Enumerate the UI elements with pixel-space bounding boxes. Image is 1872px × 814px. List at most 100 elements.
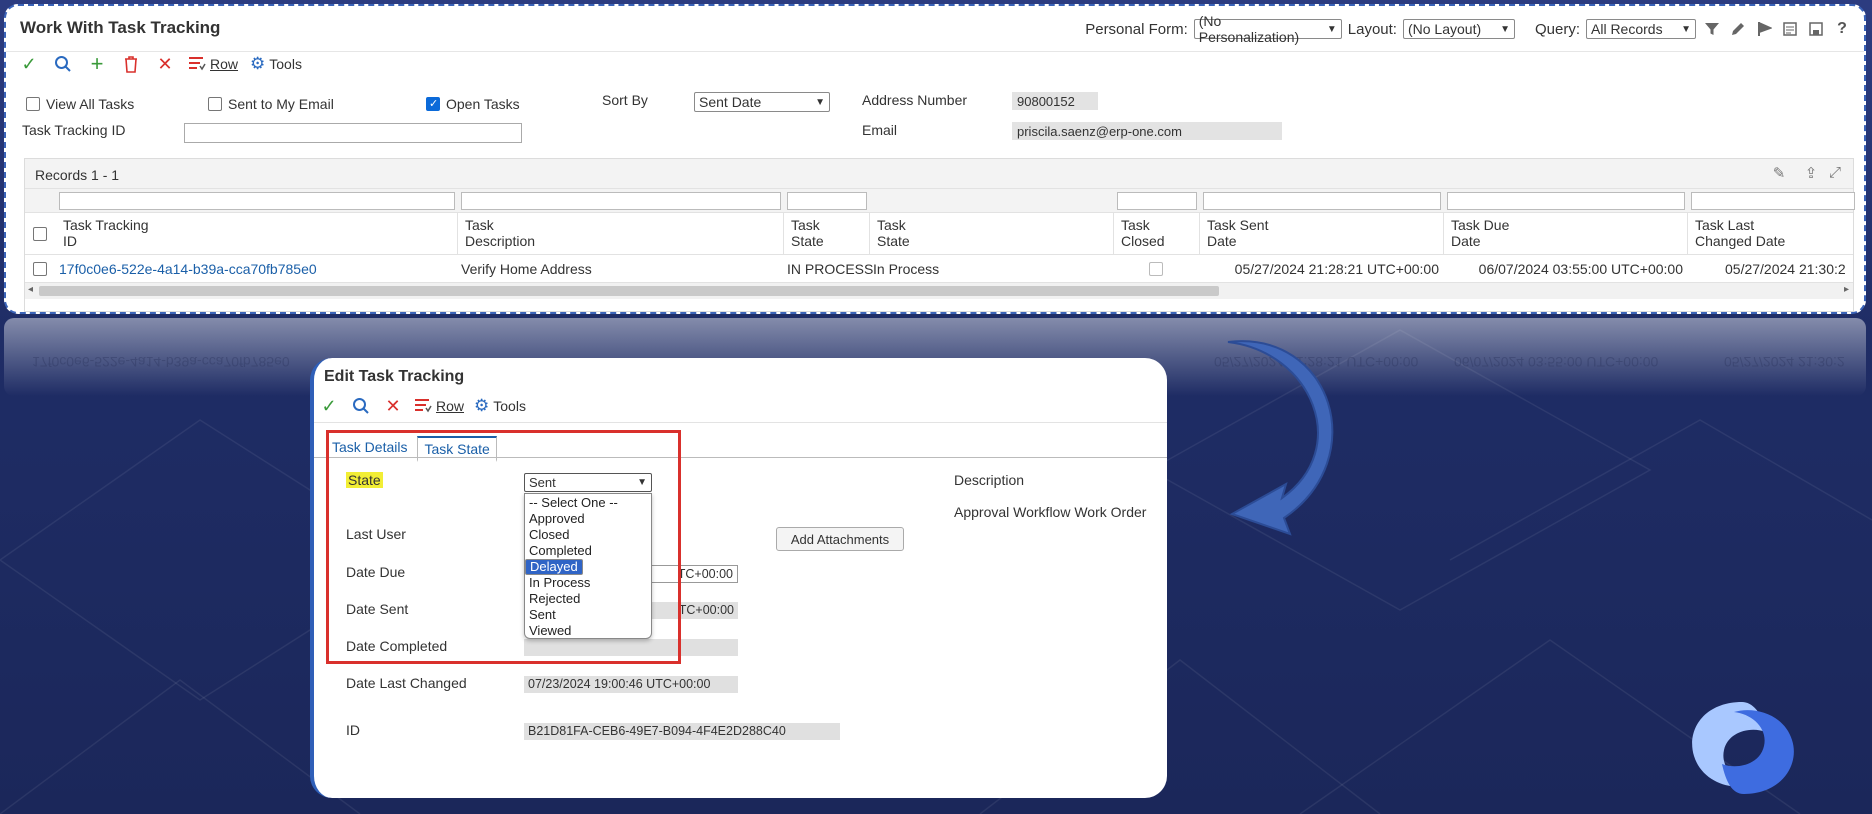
- sent-to-my-email-checkbox[interactable]: Sent to My Email: [208, 96, 334, 112]
- state-option[interactable]: -- Select One --: [525, 495, 651, 511]
- query-select[interactable]: All Records ▼: [1586, 19, 1696, 39]
- tools-menu-label: Tools: [493, 398, 526, 414]
- email-label: Email: [862, 122, 898, 138]
- row-menu-label: Row: [436, 398, 465, 414]
- help-icon[interactable]: ?: [1832, 19, 1852, 39]
- scroll-right-icon[interactable]: ▸: [1844, 284, 1849, 295]
- header-line: State: [791, 233, 824, 249]
- scroll-left-icon[interactable]: ◂: [28, 284, 33, 295]
- state-option[interactable]: Completed: [525, 543, 651, 559]
- task-grid: Records 1 - 1 ✎ ⇪ ⤢ Task Tracking ID Task…: [24, 158, 1855, 312]
- header-line: Task: [465, 217, 494, 233]
- table-row[interactable]: 17f0c0e6-522e-4a14-b39a-cca70fb785e0 Ver…: [25, 255, 1853, 283]
- flag-icon[interactable]: [1754, 19, 1774, 39]
- row-checkbox[interactable]: [33, 262, 47, 276]
- qbe-sent-date-input[interactable]: [1203, 192, 1441, 210]
- view-all-tasks-checkbox[interactable]: View All Tasks: [26, 96, 134, 112]
- column-header-due-date[interactable]: Task Due Date: [1451, 217, 1509, 249]
- delete-trash-icon[interactable]: [120, 53, 142, 75]
- personal-form-select[interactable]: (No Personalization) ▼: [1193, 13, 1342, 45]
- task-due-date-cell: 06/07/2024 03:55:00 UTC+00:00: [1478, 261, 1683, 277]
- checkbox-box: [26, 97, 40, 111]
- column-header-state-code[interactable]: Task State: [791, 217, 824, 249]
- select-all-checkbox[interactable]: [33, 227, 47, 241]
- filter-panel: View All Tasks Sent to My Email Open Tas…: [6, 84, 1864, 154]
- column-divider: [783, 213, 784, 254]
- task-tracking-id-label: Task Tracking ID: [22, 122, 126, 138]
- qbe-changed-date-input[interactable]: [1691, 192, 1855, 210]
- task-id-link[interactable]: 17f0c0e6-522e-4a14-b39a-cca70fb785e0: [59, 261, 317, 277]
- task-tracking-id-input[interactable]: [184, 123, 522, 143]
- add-attachments-button[interactable]: Add Attachments: [776, 527, 904, 551]
- task-closed-checkbox: [1149, 262, 1163, 276]
- id-value: B21D81FA-CEB6-49E7-B094-4F4E2D288C40: [524, 723, 840, 740]
- open-tasks-checkbox[interactable]: Open Tasks: [426, 96, 520, 112]
- date-due-label: Date Due: [346, 564, 406, 580]
- notes-icon[interactable]: [1780, 19, 1800, 39]
- column-header-state[interactable]: Task State: [877, 217, 910, 249]
- grid-edit-icon[interactable]: ✎: [1769, 164, 1789, 184]
- task-sent-date-cell: 05/27/2024 21:28:21 UTC+00:00: [1234, 261, 1439, 277]
- qbe-id-input[interactable]: [59, 192, 455, 210]
- personal-form-label: Personal Form:: [1085, 20, 1188, 38]
- tools-menu-button[interactable]: ⚙ Tools: [250, 54, 302, 74]
- header-line: Date: [1207, 233, 1237, 249]
- date-sent-label: Date Sent: [346, 601, 409, 617]
- qbe-closed-input[interactable]: [1117, 192, 1197, 210]
- chevron-down-icon: ▼: [815, 96, 825, 108]
- state-option[interactable]: Rejected: [525, 591, 651, 607]
- gear-icon: ⚙: [250, 54, 266, 73]
- tools-menu-button[interactable]: ⚙ Tools: [474, 396, 526, 416]
- layout-select[interactable]: (No Layout) ▼: [1402, 19, 1515, 39]
- work-with-header: Work With Task Tracking Personal Form: (…: [6, 6, 1864, 52]
- tab-task-details[interactable]: Task Details: [326, 436, 413, 462]
- state-option[interactable]: Viewed: [525, 623, 651, 639]
- column-header-closed[interactable]: Task Closed: [1121, 217, 1165, 249]
- column-header-sent-date[interactable]: Task Sent Date: [1207, 217, 1268, 249]
- column-header-description[interactable]: Task Description: [465, 217, 535, 249]
- work-with-window: Work With Task Tracking Personal Form: (…: [4, 4, 1866, 314]
- horizontal-scrollbar[interactable]: ◂ ▸: [25, 283, 1853, 299]
- email-value: priscila.saenz@erp-one.com: [1012, 122, 1282, 140]
- scrollbar-thumb[interactable]: [39, 286, 1219, 296]
- maximize-icon[interactable]: ⤢: [1825, 164, 1845, 184]
- chevron-down-icon: ▼: [1681, 23, 1691, 35]
- header-line: ID: [63, 233, 77, 249]
- cancel-close-icon[interactable]: ✕: [382, 395, 404, 417]
- row-menu-button[interactable]: Row: [188, 55, 238, 74]
- state-option[interactable]: Approved: [525, 511, 651, 527]
- brand-logo: [1692, 702, 1794, 794]
- qbe-due-date-input[interactable]: [1447, 192, 1685, 210]
- state-option-highlighted[interactable]: Delayed: [525, 559, 583, 575]
- cancel-close-icon[interactable]: ✕: [154, 53, 176, 75]
- row-menu-button[interactable]: Row: [414, 397, 464, 416]
- column-header-changed-date[interactable]: Task Last Changed Date: [1695, 217, 1785, 249]
- header-line: Task: [791, 217, 820, 233]
- tab-task-state[interactable]: Task State: [417, 436, 497, 462]
- state-select[interactable]: Sent ▼: [524, 473, 652, 492]
- qbe-state-code-input[interactable]: [787, 192, 867, 210]
- chevron-down-icon: ▼: [1500, 23, 1510, 35]
- column-header-id[interactable]: Task Tracking ID: [63, 217, 149, 249]
- state-option[interactable]: Closed: [525, 527, 651, 543]
- ok-check-icon[interactable]: ✓: [318, 395, 340, 417]
- query-by-example-row: [25, 189, 1855, 213]
- search-icon[interactable]: [350, 395, 372, 417]
- select-check-icon[interactable]: ✓: [18, 53, 40, 75]
- state-label: State: [346, 472, 383, 488]
- view-all-tasks-label: View All Tasks: [46, 96, 135, 112]
- edit-pencil-icon[interactable]: [1728, 19, 1748, 39]
- layout-value: (No Layout): [1407, 21, 1482, 37]
- state-option[interactable]: In Process: [525, 575, 651, 591]
- header-line: Date: [1451, 233, 1481, 249]
- filter-icon[interactable]: [1702, 19, 1722, 39]
- search-icon[interactable]: [52, 53, 74, 75]
- save-form-icon[interactable]: [1806, 19, 1826, 39]
- qbe-description-input[interactable]: [461, 192, 781, 210]
- state-option[interactable]: Sent: [525, 607, 651, 623]
- grid-caption: Records 1 - 1 ✎ ⇪ ⤢: [25, 159, 1853, 189]
- add-icon[interactable]: +: [86, 51, 108, 76]
- header-line: Task Due: [1451, 217, 1510, 233]
- sort-by-select[interactable]: Sent Date ▼: [694, 92, 830, 112]
- export-icon[interactable]: ⇪: [1801, 164, 1821, 184]
